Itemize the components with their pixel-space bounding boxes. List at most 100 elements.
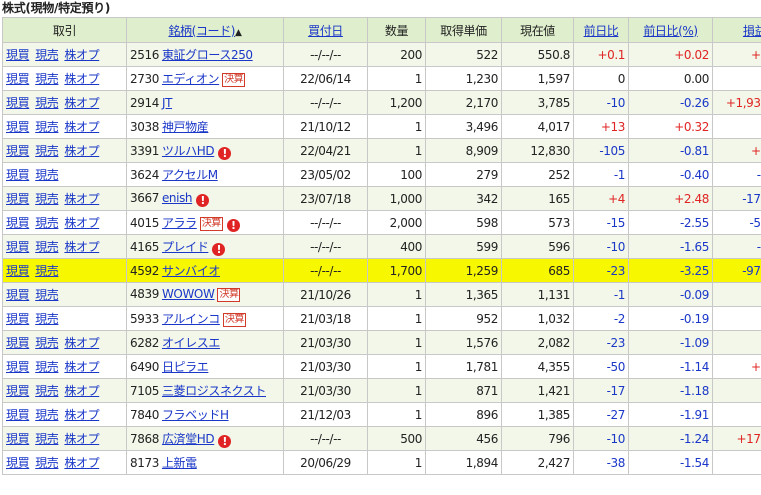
stock-name-cell: 4165 プレイド! bbox=[126, 234, 284, 259]
sell-link[interactable]: 現売 bbox=[35, 360, 59, 374]
col-header-date[interactable]: 買付日 bbox=[283, 17, 368, 43]
buy-link[interactable]: 現買 bbox=[6, 48, 30, 62]
stock-name-link[interactable]: アルインコ bbox=[162, 312, 220, 326]
sell-link[interactable]: 現売 bbox=[35, 48, 59, 62]
quantity: 1,200 bbox=[367, 90, 426, 115]
alert-icon[interactable]: ! bbox=[218, 434, 232, 448]
sell-link[interactable]: 現売 bbox=[35, 96, 59, 110]
stock-option-link[interactable]: 株オプ bbox=[64, 216, 99, 230]
purchase-date: --/--/-- bbox=[283, 258, 368, 283]
sell-link[interactable]: 現売 bbox=[35, 264, 59, 278]
stock-option-link[interactable]: 株オプ bbox=[64, 336, 99, 350]
sell-link[interactable]: 現売 bbox=[35, 216, 59, 230]
quantity: 1 bbox=[367, 282, 426, 307]
buy-link[interactable]: 現買 bbox=[6, 120, 30, 134]
stock-option-link[interactable]: 株オプ bbox=[64, 96, 99, 110]
buy-link[interactable]: 現買 bbox=[6, 96, 30, 110]
sell-link[interactable]: 現売 bbox=[35, 288, 59, 302]
stock-option-link[interactable]: 株オプ bbox=[64, 408, 99, 422]
buy-link[interactable]: 現買 bbox=[6, 384, 30, 398]
table-row: 現買 現売 株オプ 8173 上新電 20/06/29 1 1,894 2,427 -38 -1.5… bbox=[2, 450, 761, 475]
alert-icon[interactable]: ! bbox=[218, 146, 232, 160]
buy-link[interactable]: 現買 bbox=[6, 144, 30, 158]
buy-link[interactable]: 現買 bbox=[6, 312, 30, 326]
stock-name-link[interactable]: エディオン bbox=[162, 72, 220, 86]
stock-option-link[interactable]: 株オプ bbox=[64, 48, 99, 62]
stock-name-link[interactable]: 広済堂HD bbox=[162, 432, 215, 446]
stock-name-link[interactable]: オイレスエ bbox=[162, 336, 220, 350]
sell-link[interactable]: 現売 bbox=[35, 336, 59, 350]
stock-name-link[interactable]: フラベッドH bbox=[162, 408, 229, 422]
stock-name-link[interactable]: アララ bbox=[162, 216, 197, 230]
profit-loss: +533 bbox=[712, 450, 761, 475]
buy-link[interactable]: 現買 bbox=[6, 192, 30, 206]
stock-option-link[interactable]: 株オプ bbox=[64, 360, 99, 374]
buy-link[interactable]: 現買 bbox=[6, 336, 30, 350]
stock-option-link[interactable]: 株オプ bbox=[64, 432, 99, 446]
col-header-change-pct[interactable]: 前日比(%) bbox=[628, 17, 713, 43]
col-header-change[interactable]: 前日比 bbox=[573, 17, 629, 43]
buy-link[interactable]: 現買 bbox=[6, 360, 30, 374]
sell-link[interactable]: 現売 bbox=[35, 168, 59, 182]
stock-option-link[interactable]: 株オプ bbox=[64, 72, 99, 86]
stock-name-link[interactable]: WOWOW bbox=[162, 287, 215, 301]
stock-option-link[interactable]: 株オプ bbox=[64, 144, 99, 158]
sort-date-link[interactable]: 買付日 bbox=[308, 24, 343, 38]
table-row: 現買 現売 株オプ 4165 プレイド! --/--/-- 400 599 596 -10 -1.6… bbox=[2, 234, 761, 259]
stock-name-cell: 3624 アクセルM bbox=[126, 162, 284, 187]
sell-link[interactable]: 現売 bbox=[35, 192, 59, 206]
sell-link[interactable]: 現売 bbox=[35, 384, 59, 398]
stock-name-link[interactable]: 上新電 bbox=[162, 456, 197, 470]
buy-link[interactable]: 現買 bbox=[6, 456, 30, 470]
sell-link[interactable]: 現売 bbox=[35, 312, 59, 326]
stock-option-link[interactable]: 株オプ bbox=[64, 240, 99, 254]
holdings-table: 取引 銘柄(コード)▲ 買付日 数量 取得単価 現在値 前日比 前日比(%) 損… bbox=[2, 17, 761, 475]
purchase-date: --/--/-- bbox=[283, 90, 368, 115]
page-title: 株式(現物/特定預り) bbox=[2, 1, 111, 15]
sell-link[interactable]: 現売 bbox=[35, 72, 59, 86]
col-header-price: 現在値 bbox=[501, 17, 574, 43]
stock-name-link[interactable]: サンバイオ bbox=[162, 264, 220, 278]
stock-name-link[interactable]: 三菱ロジスネクスト bbox=[162, 384, 266, 398]
stock-option-link[interactable]: 株オプ bbox=[64, 192, 99, 206]
buy-link[interactable]: 現買 bbox=[6, 168, 30, 182]
buy-link[interactable]: 現買 bbox=[6, 72, 30, 86]
stock-name-link[interactable]: enish bbox=[162, 191, 193, 205]
col-header-name[interactable]: 銘柄(コード)▲ bbox=[126, 17, 284, 43]
stock-code: 2730 bbox=[130, 72, 159, 86]
stock-option-link[interactable]: 株オプ bbox=[64, 384, 99, 398]
sort-name-link[interactable]: 銘柄(コード) bbox=[168, 24, 235, 38]
stock-name-link[interactable]: アクセルM bbox=[162, 168, 218, 182]
buy-link[interactable]: 現買 bbox=[6, 408, 30, 422]
sell-link[interactable]: 現売 bbox=[35, 432, 59, 446]
buy-link[interactable]: 現買 bbox=[6, 432, 30, 446]
sort-pl-link[interactable]: 損益 bbox=[743, 24, 761, 38]
buy-link[interactable]: 現買 bbox=[6, 264, 30, 278]
sort-change-link[interactable]: 前日比 bbox=[584, 24, 619, 38]
buy-link[interactable]: 現買 bbox=[6, 216, 30, 230]
sell-link[interactable]: 現売 bbox=[35, 120, 59, 134]
stock-name-cell: 6490 日ピラエ bbox=[126, 354, 284, 379]
sell-link[interactable]: 現売 bbox=[35, 456, 59, 470]
sell-link[interactable]: 現売 bbox=[35, 408, 59, 422]
col-header-pl[interactable]: 損益 bbox=[712, 17, 761, 43]
stock-option-link[interactable]: 株オプ bbox=[64, 456, 99, 470]
stock-name-link[interactable]: 日ピラエ bbox=[162, 360, 209, 374]
stock-name-link[interactable]: 神戸物産 bbox=[162, 120, 209, 134]
col-header-cost: 取得単価 bbox=[425, 17, 502, 43]
sell-link[interactable]: 現売 bbox=[35, 144, 59, 158]
buy-link[interactable]: 現買 bbox=[6, 240, 30, 254]
sort-change-pct-link[interactable]: 前日比(%) bbox=[643, 24, 698, 38]
stock-name-link[interactable]: JT bbox=[162, 96, 172, 110]
stock-option-link[interactable]: 株オプ bbox=[64, 120, 99, 134]
stock-name-link[interactable]: ツルハHD bbox=[162, 144, 215, 158]
buy-link[interactable]: 現買 bbox=[6, 288, 30, 302]
table-row: 現買 現売 4592 サンバイオ --/--/-- 1,700 1,259 685 -23 -3.… bbox=[2, 258, 761, 283]
alert-icon[interactable]: ! bbox=[212, 242, 226, 256]
alert-icon[interactable]: ! bbox=[196, 193, 210, 207]
sell-link[interactable]: 現売 bbox=[35, 240, 59, 254]
stock-name-link[interactable]: プレイド bbox=[162, 240, 209, 254]
alert-icon[interactable]: ! bbox=[226, 218, 240, 232]
day-change-pct: -1.54 bbox=[628, 450, 713, 475]
stock-name-link[interactable]: 東証グロース250 bbox=[162, 48, 253, 62]
